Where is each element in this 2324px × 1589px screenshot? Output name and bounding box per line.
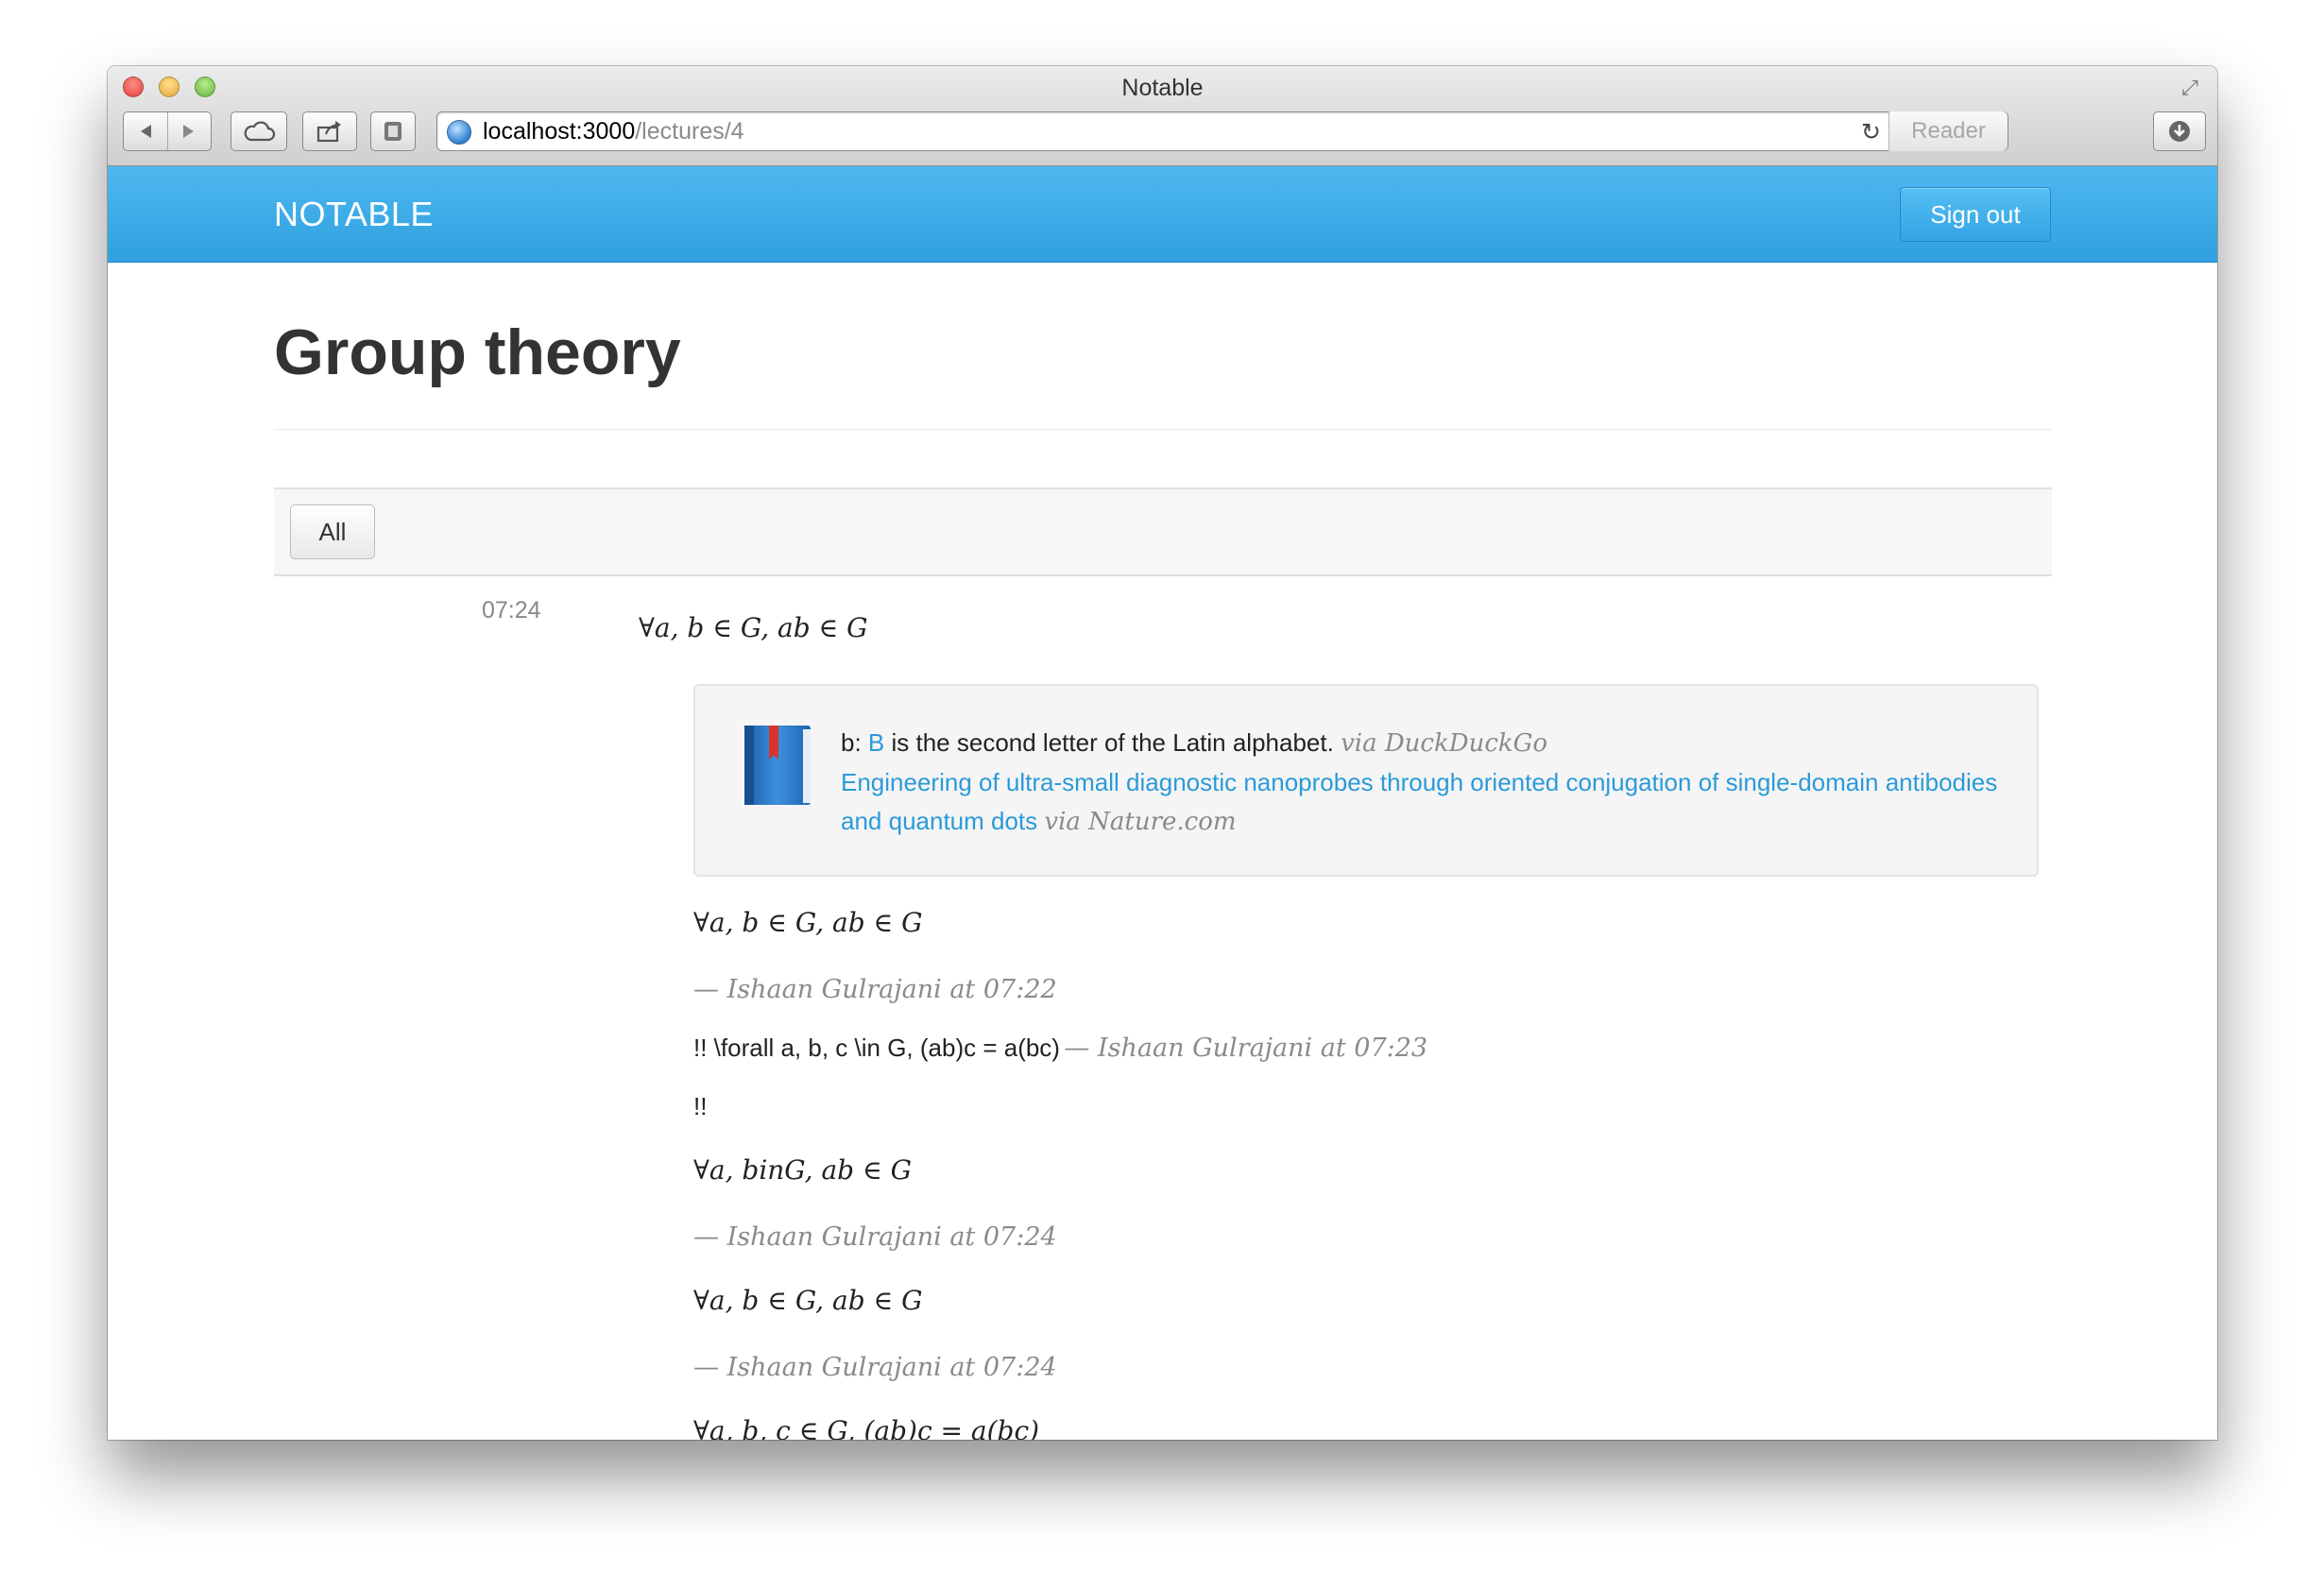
lookup-article-source: via Nature.com [1044, 808, 1237, 836]
page-content: Group theory All 07:24 ∀a, b ∈ G, ab ∈ G [108, 263, 2217, 1440]
page-title: Group theory [274, 316, 681, 388]
evernote-button[interactable] [370, 111, 416, 151]
note-math: ∀a, b, c ∈ G, (ab)c = a(bc) [693, 1415, 1040, 1440]
forward-arrow-icon [183, 125, 195, 138]
forward-button[interactable] [166, 112, 211, 150]
sign-out-button[interactable]: Sign out [1900, 187, 2051, 242]
share-button[interactable] [302, 111, 357, 151]
downloads-button[interactable] [2153, 111, 2206, 151]
lookup-term-text: is the second letter of the Latin alphab… [891, 728, 1334, 757]
browser-window: Notable ⤢ localhost:3000/lectures/4 ↻ Re… [108, 66, 2217, 1440]
lookup-term-prefix: b: [841, 728, 862, 757]
note-plain: !! [693, 1092, 708, 1120]
back-arrow-icon [140, 125, 151, 138]
window-title: Notable [1121, 75, 1204, 101]
address-bar[interactable]: localhost:3000/lectures/4 ↻ Reader [436, 111, 2008, 151]
note-author: — Ishaan Gulrajani at 07:24 [693, 1353, 1057, 1382]
cloud-icon [244, 121, 276, 142]
entry-timestamp: 07:24 [482, 597, 541, 624]
note-math: ∀a, b ∈ G, ab ∈ G [693, 907, 923, 938]
clipper-icon [384, 122, 402, 141]
lookup-term-source: via DuckDuckGo [1341, 729, 1548, 758]
note-math: ∀a, b ∈ G, ab ∈ G [693, 1285, 923, 1316]
fullscreen-icon[interactable]: ⤢ [2178, 76, 2202, 100]
lookup-card: b: B is the second letter of the Latin a… [693, 684, 2039, 877]
icloud-tabs-button[interactable] [231, 111, 287, 151]
app-navbar: NOTABLE Sign out [108, 166, 2217, 263]
share-icon [316, 121, 341, 143]
entry-math: ∀a, b ∈ G, ab ∈ G [639, 612, 868, 643]
note-math: ∀a, binG, ab ∈ G [693, 1154, 912, 1186]
back-forward-buttons [123, 111, 212, 151]
filter-all-button[interactable]: All [290, 504, 375, 559]
note-author: — Ishaan Gulrajani at 07:22 [693, 975, 1057, 1004]
lookup-term-row: b: B is the second letter of the Latin a… [841, 724, 2003, 763]
back-button[interactable] [124, 112, 167, 150]
note-author: — Ishaan Gulrajani at 07:23 [1064, 1034, 1428, 1063]
book-icon [744, 726, 811, 805]
lookup-article-row: Engineering of ultra-small diagnostic na… [841, 763, 2003, 842]
reload-icon[interactable]: ↻ [1861, 118, 1881, 146]
url-text[interactable]: localhost:3000/lectures/4 [483, 118, 744, 145]
lookup-results: b: B is the second letter of the Latin a… [841, 724, 2003, 842]
lookup-term-link[interactable]: B [868, 728, 884, 757]
lookup-article-link[interactable]: Engineering of ultra-small diagnostic na… [841, 768, 1997, 835]
filter-bar: All [274, 487, 2052, 576]
globe-icon [447, 120, 471, 145]
reader-button[interactable]: Reader [1888, 111, 2008, 151]
brand-link[interactable]: NOTABLE [274, 195, 434, 234]
url-path: /lectures/4 [635, 118, 744, 145]
title-divider [274, 429, 2052, 430]
note-raw-row: !! \forall a, b, c \in G, (ab)c = a(bc) … [693, 1034, 1427, 1063]
browser-chrome: Notable ⤢ localhost:3000/lectures/4 ↻ Re… [108, 66, 2217, 166]
url-host: localhost:3000 [483, 118, 636, 145]
note-raw: !! \forall a, b, c \in G, (ab)c = a(bc) [693, 1034, 1060, 1062]
download-icon [2169, 121, 2190, 142]
note-author: — Ishaan Gulrajani at 07:24 [693, 1222, 1057, 1252]
